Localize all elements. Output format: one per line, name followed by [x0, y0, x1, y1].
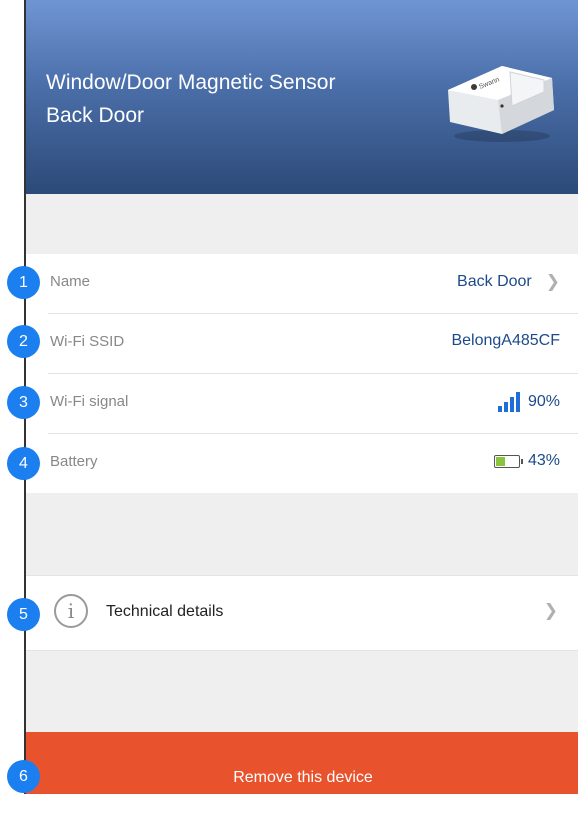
sensor-image: Swann: [448, 66, 554, 142]
device-header: Window/Door Magnetic Sensor Back Door Sw…: [26, 0, 578, 194]
step-badge-2: 2: [7, 325, 40, 358]
signal-bars-icon: [497, 392, 520, 412]
name-value: Back Door: [457, 273, 532, 290]
step-badge-3: 3: [7, 386, 40, 419]
device-name-label: Back Door: [46, 104, 145, 127]
wifi-signal-row: Wi-Fi signal 90%: [48, 374, 578, 434]
wifi-signal-value: 90%: [527, 393, 560, 410]
name-label: Name: [50, 273, 91, 290]
battery-level-fill: [495, 456, 505, 466]
step-badge-4: 4: [7, 447, 40, 480]
device-title: Window/Door Magnetic Sensor Back Door: [46, 66, 335, 132]
wifi-ssid-label: Wi-Fi SSID: [50, 333, 125, 350]
name-row[interactable]: Name Back Door ❯: [48, 254, 578, 314]
device-type-label: Window/Door Magnetic Sensor: [46, 71, 336, 94]
info-icon: i: [54, 594, 88, 628]
step-badge-5: 5: [7, 598, 40, 631]
step-badge-6: 6: [7, 760, 40, 793]
app-frame: Window/Door Magnetic Sensor Back Door Sw…: [0, 0, 578, 820]
wifi-ssid-value: BelongA485CF: [451, 332, 560, 349]
technical-details-row[interactable]: i Technical details ❯: [26, 575, 578, 651]
step-badge-1: 1: [7, 266, 40, 299]
battery-row: Battery 43%: [48, 434, 578, 493]
device-details-list: Name Back Door ❯ Wi-Fi SSID BelongA485CF…: [26, 254, 578, 493]
remove-device-button[interactable]: Remove this device: [26, 732, 578, 794]
remove-device-label: Remove this device: [233, 769, 373, 786]
wifi-signal-label: Wi-Fi signal: [50, 393, 129, 410]
chevron-right-icon: ❯: [545, 272, 560, 291]
wifi-ssid-row: Wi-Fi SSID BelongA485CF: [48, 314, 578, 374]
battery-icon: [493, 454, 523, 468]
chevron-right-icon: ❯: [543, 601, 558, 620]
technical-details-label: Technical details: [106, 603, 224, 620]
device-screen: Window/Door Magnetic Sensor Back Door Sw…: [24, 0, 578, 794]
battery-value: 43%: [527, 452, 560, 469]
battery-label: Battery: [50, 453, 98, 470]
